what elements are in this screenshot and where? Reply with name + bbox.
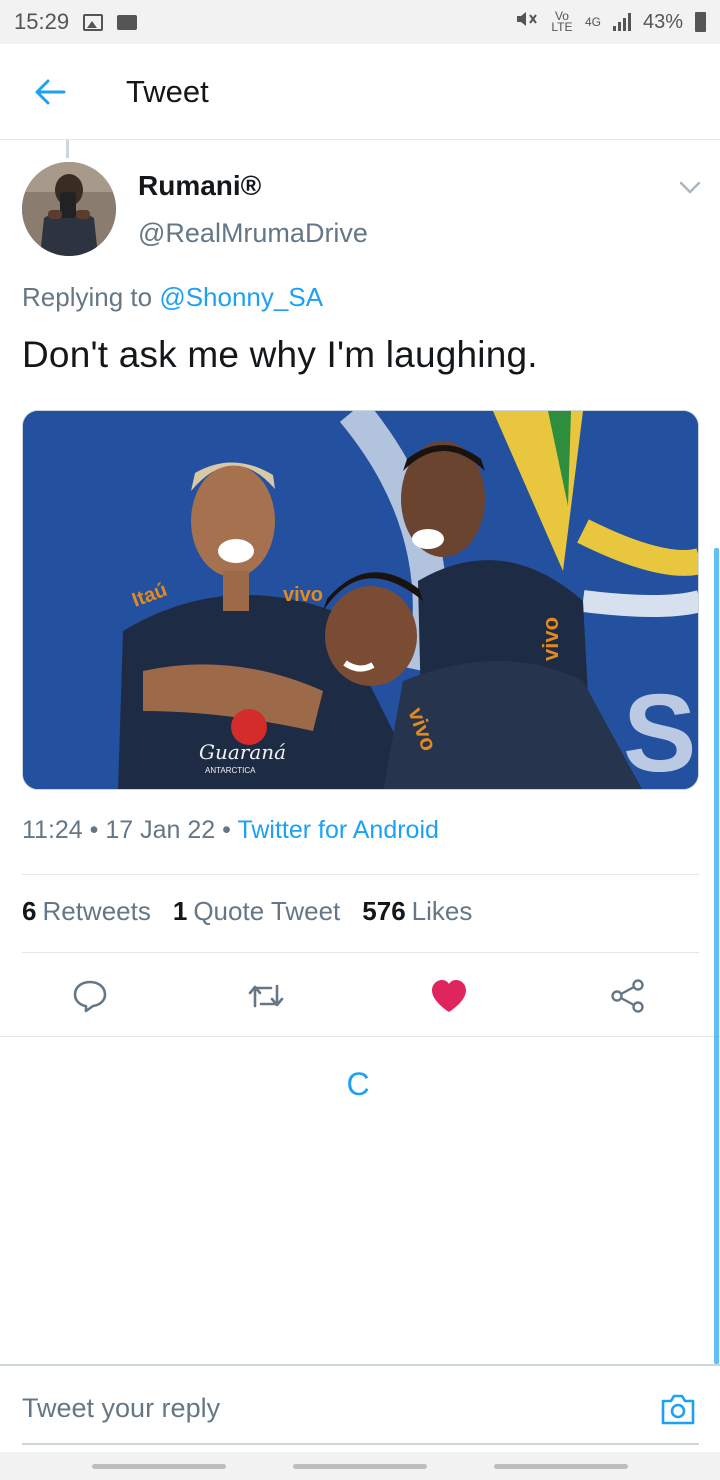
retweets-label: Retweets	[42, 896, 151, 926]
chevron-down-icon	[679, 181, 701, 194]
tweet-source-link[interactable]: Twitter for Android	[237, 816, 438, 844]
likes-label: Likes	[411, 896, 473, 926]
quotes-stat[interactable]: 1 Quote Tweet	[173, 896, 340, 927]
tweet-time: 11:24	[22, 816, 83, 844]
replying-to-prefix: Replying to	[22, 282, 153, 312]
status-time: 15:29	[14, 9, 70, 34]
nav-back-pill[interactable]	[494, 1464, 628, 1469]
retweet-icon	[248, 984, 284, 1008]
svg-text:vivo: vivo	[538, 617, 563, 661]
replying-to-line: Replying to @Shonny_SA	[22, 282, 323, 313]
divider	[22, 952, 699, 953]
user-display-name[interactable]: Rumani®	[138, 170, 261, 202]
retweets-stat[interactable]: 6 Retweets	[22, 896, 151, 927]
reply-composer	[0, 1364, 720, 1444]
back-button[interactable]	[18, 60, 82, 124]
reply-icon	[73, 980, 107, 1013]
page-title: Tweet	[126, 73, 209, 109]
like-button[interactable]	[427, 974, 471, 1018]
tweet-text: Don't ask me why I'm laughing.	[22, 334, 538, 375]
tweet-date: 17 Jan 22	[105, 816, 216, 844]
image-notification-icon	[83, 13, 104, 31]
retweets-count: 6	[22, 896, 37, 926]
reply-button[interactable]	[68, 974, 112, 1018]
status-bar: 15:29 Vo LTE 4G 43%	[0, 0, 720, 44]
sponsor-sub-text: ANTARCTICA	[205, 766, 256, 775]
tweet-actions	[0, 958, 720, 1034]
tweet-options-button[interactable]	[672, 174, 708, 202]
tweet-meta: 11:24 • 17 Jan 22 • Twitter for Android	[22, 816, 439, 845]
tweet-photo[interactable]: S Itaú vivo Guaraná ANTARCTICA vivo vivo	[22, 410, 699, 790]
sponsor-logo-text: Guaraná	[199, 740, 286, 764]
arrow-left-icon	[35, 79, 66, 104]
scrollbar[interactable]	[714, 548, 719, 1364]
volte-icon: Vo LTE	[551, 9, 573, 34]
nav-home-pill[interactable]	[293, 1464, 427, 1469]
divider	[0, 1036, 720, 1037]
likes-stat[interactable]: 576 Likes	[362, 896, 472, 927]
meta-separator: •	[89, 816, 99, 844]
divider	[22, 874, 699, 875]
reply-underline	[22, 1443, 699, 1445]
retweet-button[interactable]	[244, 974, 288, 1018]
battery-percent: 43%	[642, 10, 683, 33]
quotes-label: Quote Tweet	[193, 896, 341, 926]
avatar[interactable]	[22, 162, 116, 256]
jersey-brand-2: vivo	[283, 584, 323, 606]
reply-input[interactable]	[22, 1388, 622, 1428]
user-handle[interactable]: @RealMrumaDrive	[138, 218, 368, 249]
svg-text:S: S	[623, 672, 696, 790]
mute-icon	[515, 9, 539, 35]
meta-separator: •	[222, 816, 231, 844]
tweet-stats: 6 Retweets 1 Quote Tweet 576 Likes	[22, 896, 472, 927]
share-icon	[611, 979, 644, 1013]
loading-spinner: C	[346, 1066, 370, 1102]
folder-notification-icon	[117, 14, 138, 30]
camera-button[interactable]	[656, 1390, 700, 1430]
heart-icon	[432, 980, 466, 1012]
battery-icon	[695, 12, 706, 32]
likes-count: 576	[362, 896, 406, 926]
quotes-count: 1	[172, 896, 188, 926]
share-button[interactable]	[606, 974, 650, 1018]
system-nav-bar	[0, 1452, 720, 1480]
thread-line	[66, 140, 69, 158]
signal-icon	[612, 13, 631, 31]
mention-link[interactable]: @Shonny_SA	[159, 282, 323, 312]
network-type-icon: 4G	[584, 14, 601, 29]
nav-recents-pill[interactable]	[92, 1464, 226, 1469]
top-app-bar: Tweet	[0, 44, 720, 140]
camera-icon	[661, 1394, 695, 1425]
